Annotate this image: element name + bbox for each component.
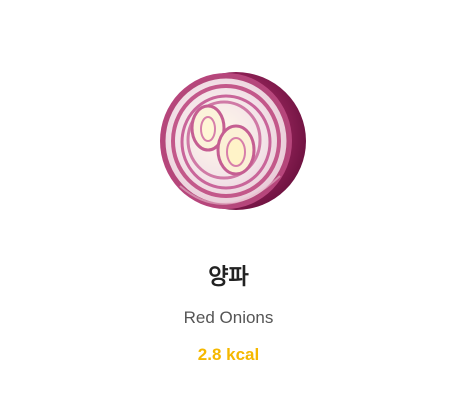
food-card[interactable]: 양파 Red Onions 2.8 kcal <box>0 0 457 405</box>
calorie-value: 2.8 kcal <box>197 345 260 364</box>
onion-illustration <box>160 72 306 210</box>
food-name-english: Red Onions <box>183 308 274 327</box>
food-name-korean: 양파 <box>208 265 249 290</box>
red-onion-image <box>150 66 310 216</box>
